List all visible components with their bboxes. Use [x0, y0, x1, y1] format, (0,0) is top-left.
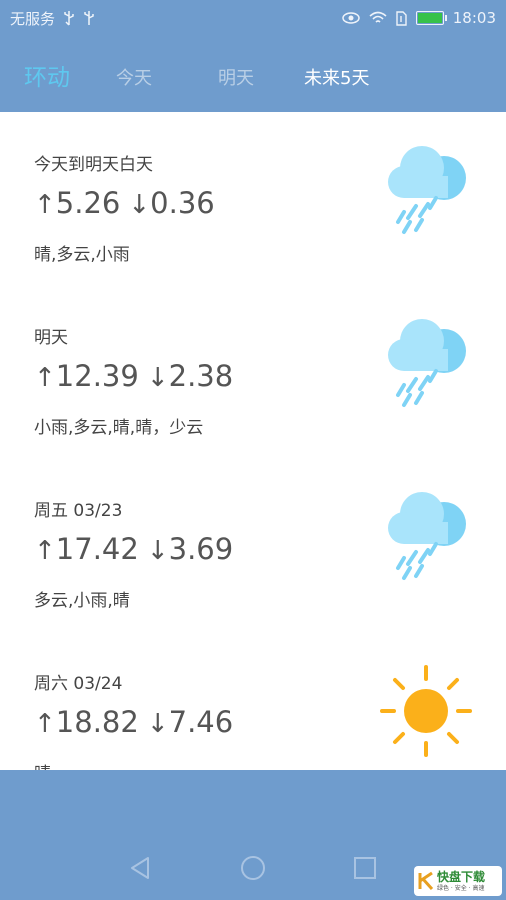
- down-arrow-icon: ↓: [128, 190, 151, 220]
- watermark-text: 快盘下载: [437, 869, 486, 884]
- eye-icon: [342, 12, 360, 24]
- low-temp: 3.69: [168, 532, 234, 566]
- rain-icon: [380, 315, 472, 411]
- sun-icon: [380, 665, 472, 761]
- temperature-range: ↑12.39 ↓2.38: [34, 359, 233, 393]
- high-temp: 12.39: [55, 359, 139, 393]
- rain-icon: [380, 142, 472, 238]
- forecast-card[interactable]: 明天 ↑12.39 ↓2.38 小雨,多云,晴,晴，少云: [0, 285, 506, 458]
- carrier-text: 无服务: [10, 9, 56, 28]
- up-arrow-icon: ↑: [34, 190, 56, 220]
- forecast-card[interactable]: 周五 03/23 ↑17.42 ↓3.69 多云,小雨,晴: [0, 458, 506, 631]
- low-temp: 2.38: [168, 359, 234, 393]
- weather-desc: 晴,多云,小雨: [34, 245, 130, 265]
- tab-future-5-days[interactable]: 未来5天: [304, 64, 369, 90]
- temperature-range: ↑5.26 ↓0.36: [34, 186, 215, 220]
- temperature-range: ↑17.42 ↓3.69: [34, 532, 233, 566]
- up-arrow-icon: ↑: [34, 536, 56, 566]
- low-temp: 0.36: [150, 186, 215, 220]
- high-temp: 17.42: [55, 532, 139, 566]
- down-arrow-icon: ↓: [146, 536, 169, 566]
- usb-icon: [63, 10, 75, 26]
- forecast-card[interactable]: 今天到明天白天 ↑5.26 ↓0.36 晴,多云,小雨: [0, 112, 506, 285]
- forecast-title: 周六 03/24: [34, 674, 123, 694]
- usb-icon: [83, 10, 95, 26]
- k-logo-icon: [418, 871, 434, 891]
- forecast-title: 明天: [34, 328, 68, 348]
- watermark-logo: 快盘下载 绿色 · 安全 · 高速: [414, 866, 502, 896]
- weather-desc: 晴: [34, 759, 51, 770]
- back-icon[interactable]: [126, 854, 154, 882]
- app-header: 环动 今天 明天 未来5天: [0, 36, 506, 112]
- recent-apps-icon[interactable]: [351, 854, 379, 882]
- high-temp: 18.82: [55, 705, 139, 739]
- down-arrow-icon: ↓: [146, 363, 169, 393]
- weather-desc: 多云,小雨,晴: [34, 591, 130, 611]
- up-arrow-icon: ↑: [34, 709, 56, 739]
- rain-icon: [380, 488, 472, 584]
- watermark-sub: 绿色 · 安全 · 高速: [437, 884, 485, 892]
- temperature-range: ↑18.82 ↓7.46: [34, 705, 233, 739]
- forecast-card[interactable]: 周六 03/24 ↑18.82 ↓7.46 晴: [0, 631, 506, 770]
- forecast-title: 周五 03/23: [34, 501, 123, 521]
- sim-icon: [396, 10, 407, 26]
- app-brand: 环动: [24, 65, 70, 91]
- low-temp: 7.46: [168, 705, 234, 739]
- tab-tomorrow[interactable]: 明天: [218, 64, 254, 90]
- up-arrow-icon: ↑: [34, 363, 56, 393]
- down-arrow-icon: ↓: [146, 709, 169, 739]
- time-text: 18:03: [452, 9, 496, 27]
- status-bar: 无服务 18:03: [0, 0, 506, 36]
- forecast-list[interactable]: 今天到明天白天 ↑5.26 ↓0.36 晴,多云,小雨 明天 ↑12.39 ↓2…: [0, 112, 506, 770]
- weather-desc: 小雨,多云,晴,晴，少云: [34, 418, 204, 438]
- battery-icon: [415, 11, 447, 25]
- tab-today[interactable]: 今天: [116, 64, 152, 90]
- home-icon[interactable]: [239, 854, 267, 882]
- wifi-icon: [369, 11, 387, 25]
- high-temp: 5.26: [55, 186, 121, 220]
- forecast-title: 今天到明天白天: [34, 155, 153, 175]
